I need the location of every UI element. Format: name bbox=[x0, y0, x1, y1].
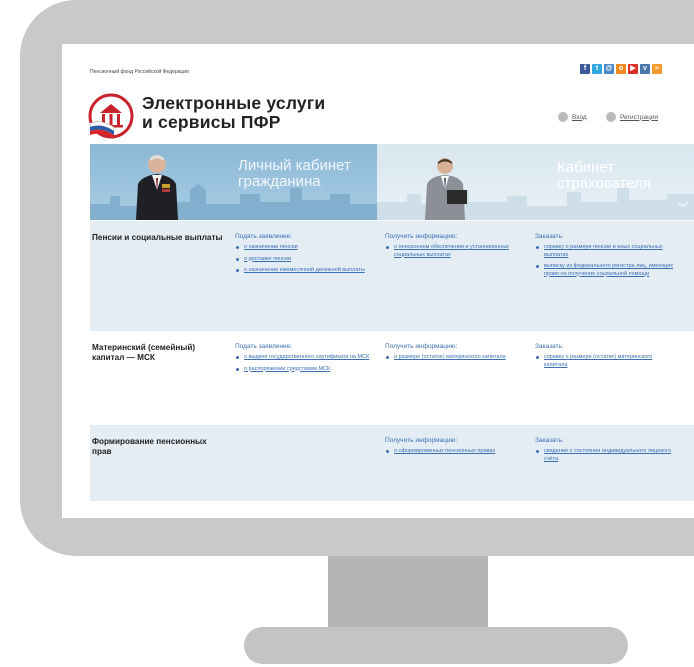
twitter-icon[interactable]: t bbox=[592, 64, 602, 74]
monitor-screen: Пенсионный фонд Российской Федерации f t… bbox=[62, 44, 694, 518]
service-link[interactable]: о пенсионном обеспечении и установленных… bbox=[386, 244, 525, 259]
insurer-title-line2: страхователя bbox=[557, 175, 651, 192]
facebook-icon[interactable]: f bbox=[580, 64, 590, 74]
order-column: Заказать: сведения о состоянии индивидуа… bbox=[535, 437, 675, 467]
section-title: Пенсии и социальные выплаты bbox=[92, 233, 223, 242]
column-heading: Подать заявление: bbox=[235, 233, 293, 240]
org-name: Пенсионный фонд Российской Федерации bbox=[90, 69, 189, 75]
insurer-cabinet-title: Кабинет страхователя bbox=[557, 160, 651, 192]
login-link[interactable]: Вход bbox=[558, 112, 587, 122]
service-link[interactable]: о распоряжении средствами МСК bbox=[236, 366, 375, 374]
register-link[interactable]: Регистрация bbox=[606, 112, 658, 122]
insurer-cabinet-banner[interactable]: Кабинет страхователя ︾ bbox=[377, 144, 694, 220]
order-column: Заказать: справку о размере (остатке) ма… bbox=[535, 343, 675, 373]
service-link[interactable]: сведения о состоянии индивидуального лиц… bbox=[536, 448, 675, 463]
section-title: Материнский (семейный) капитал — МСК bbox=[92, 343, 196, 362]
service-link[interactable]: о назначении пенсии bbox=[236, 244, 375, 252]
column-heading: Заказать: bbox=[535, 233, 564, 240]
info-column: Получить информацию: о сформированных пе… bbox=[385, 437, 525, 460]
column-heading: Получить информацию: bbox=[385, 233, 458, 240]
register-label: Регистрация bbox=[620, 113, 658, 121]
monitor-base bbox=[244, 627, 628, 664]
column-heading: Заказать: bbox=[535, 343, 564, 350]
social-links: f t @ o ▶ v ≈ bbox=[580, 64, 662, 74]
citizen-title-line2: гражданина bbox=[238, 173, 321, 190]
column-heading: Получить информацию: bbox=[385, 343, 458, 350]
section-title: Формирование пенсионных прав bbox=[92, 437, 207, 456]
service-link[interactable]: о сформированных пенсионных правах bbox=[386, 448, 525, 456]
email-icon[interactable]: @ bbox=[604, 64, 614, 74]
odnoklassniki-icon[interactable]: o bbox=[616, 64, 626, 74]
register-icon bbox=[606, 112, 616, 122]
service-link[interactable]: о размере (остатке) материнского капитал… bbox=[386, 354, 525, 362]
vk-icon[interactable]: v bbox=[640, 64, 650, 74]
citizen-title-line1: Личный кабинет bbox=[238, 157, 351, 174]
chevron-down-icon[interactable]: ︾ bbox=[678, 199, 688, 214]
login-icon bbox=[558, 112, 568, 122]
section-pensions: Пенсии и социальные выплаты Подать заявл… bbox=[90, 221, 694, 331]
login-label: Вход bbox=[572, 113, 587, 121]
service-link[interactable]: выписку из федерального регистра лиц, им… bbox=[536, 263, 675, 278]
citizen-cabinet-banner[interactable]: Личный кабинет гражданина ︾ bbox=[90, 144, 406, 220]
citizen-photo bbox=[136, 155, 178, 220]
service-link[interactable]: справку о размере пенсии и иных социальн… bbox=[536, 244, 675, 259]
section-maternity-capital: Материнский (семейный) капитал — МСК Под… bbox=[90, 331, 694, 425]
service-link[interactable]: справку о размере (остатке) материнского… bbox=[536, 354, 675, 369]
citizen-cabinet-title: Личный кабинет гражданина bbox=[238, 158, 351, 190]
site-title-line2: и сервисы ПФР bbox=[142, 112, 281, 132]
service-link[interactable]: о выдаче государственного сертификата на… bbox=[236, 354, 375, 362]
rss-icon[interactable]: ≈ bbox=[652, 64, 662, 74]
service-link[interactable]: о назначении ежемесячной денежной выплат… bbox=[236, 267, 375, 275]
pfr-logo-icon[interactable] bbox=[88, 93, 134, 139]
column-heading: Подать заявление: bbox=[235, 343, 293, 350]
monitor-stand bbox=[328, 556, 488, 629]
insurer-photo bbox=[425, 158, 467, 220]
youtube-icon[interactable]: ▶ bbox=[628, 64, 638, 74]
site-title-line1: Электронные услуги bbox=[142, 93, 326, 113]
section-pension-rights: Формирование пенсионных прав Получить ин… bbox=[90, 425, 694, 501]
apply-column: Подать заявление: о назначении пенсии о … bbox=[235, 233, 375, 279]
service-link[interactable]: о доставке пенсии bbox=[236, 256, 375, 264]
apply-column: Подать заявление: о выдаче государственн… bbox=[235, 343, 375, 377]
info-column: Получить информацию: о размере (остатке)… bbox=[385, 343, 525, 366]
info-column: Получить информацию: о пенсионном обеспе… bbox=[385, 233, 525, 263]
insurer-title-line1: Кабинет bbox=[557, 159, 615, 176]
column-heading: Получить информацию: bbox=[385, 437, 458, 444]
order-column: Заказать: справку о размере пенсии и ины… bbox=[535, 233, 675, 282]
column-heading: Заказать: bbox=[535, 437, 564, 444]
